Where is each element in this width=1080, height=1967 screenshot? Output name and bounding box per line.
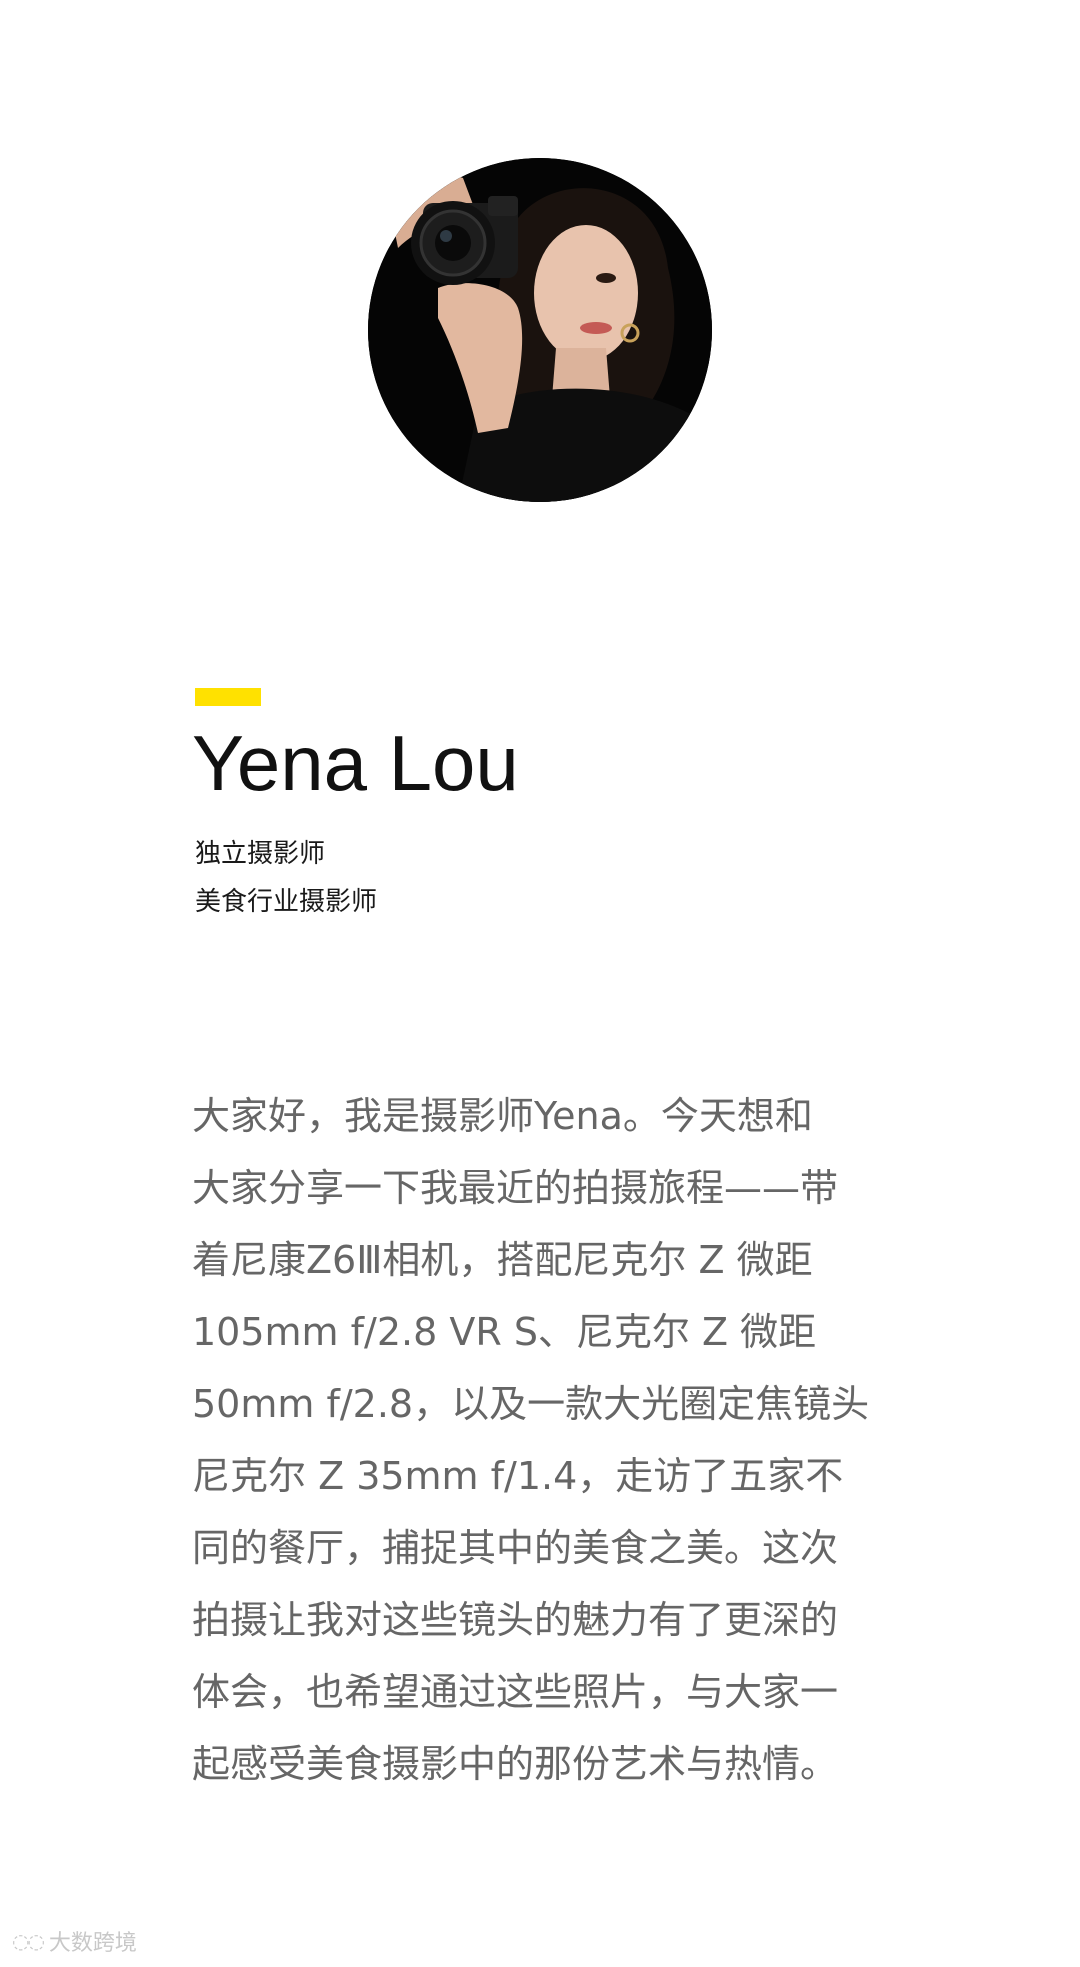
- intro-line: 同的餐厅，捕捉其中的美食之美。这次: [192, 1526, 839, 1570]
- intro-line: 50mm f/2.8，以及一款大光圈定焦镜头: [192, 1382, 870, 1426]
- photographer-name: Yena Lou: [192, 719, 519, 807]
- logo-icon: ◌◌: [12, 1929, 45, 1953]
- watermark-text: 大数跨境: [48, 1931, 137, 1956]
- intro-paragraph: 大家好，我是摄影师Yena。今天想和 大家分享一下我最近的拍摄旅程——带 着尼康…: [192, 1080, 912, 1800]
- intro-line: 大家好，我是摄影师Yena。今天想和: [192, 1094, 813, 1138]
- avatar-photo: [368, 158, 712, 502]
- accent-bar: [195, 688, 261, 706]
- watermark: ◌◌ 大数跨境: [12, 1925, 137, 1957]
- role-item: 美食行业摄影师: [195, 887, 378, 917]
- intro-line: 起感受美食摄影中的那份艺术与热情。: [192, 1742, 839, 1786]
- intro-line: 着尼康Z6Ⅲ相机，搭配尼克尔 Z 微距: [192, 1238, 813, 1282]
- roles-list: 独立摄影师 美食行业摄影师: [195, 830, 377, 926]
- intro-line: 大家分享一下我最近的拍摄旅程——带: [192, 1166, 839, 1210]
- role-item: 独立摄影师: [195, 839, 326, 869]
- intro-line: 拍摄让我对这些镜头的魅力有了更深的: [192, 1598, 839, 1642]
- intro-line: 体会，也希望通过这些照片，与大家一: [192, 1670, 839, 1714]
- photographer-portrait: [368, 158, 712, 502]
- intro-line: 尼克尔 Z 35mm f/1.4，走访了五家不: [192, 1454, 844, 1498]
- intro-line: 105mm f/2.8 VR S、尼克尔 Z 微距: [192, 1310, 817, 1354]
